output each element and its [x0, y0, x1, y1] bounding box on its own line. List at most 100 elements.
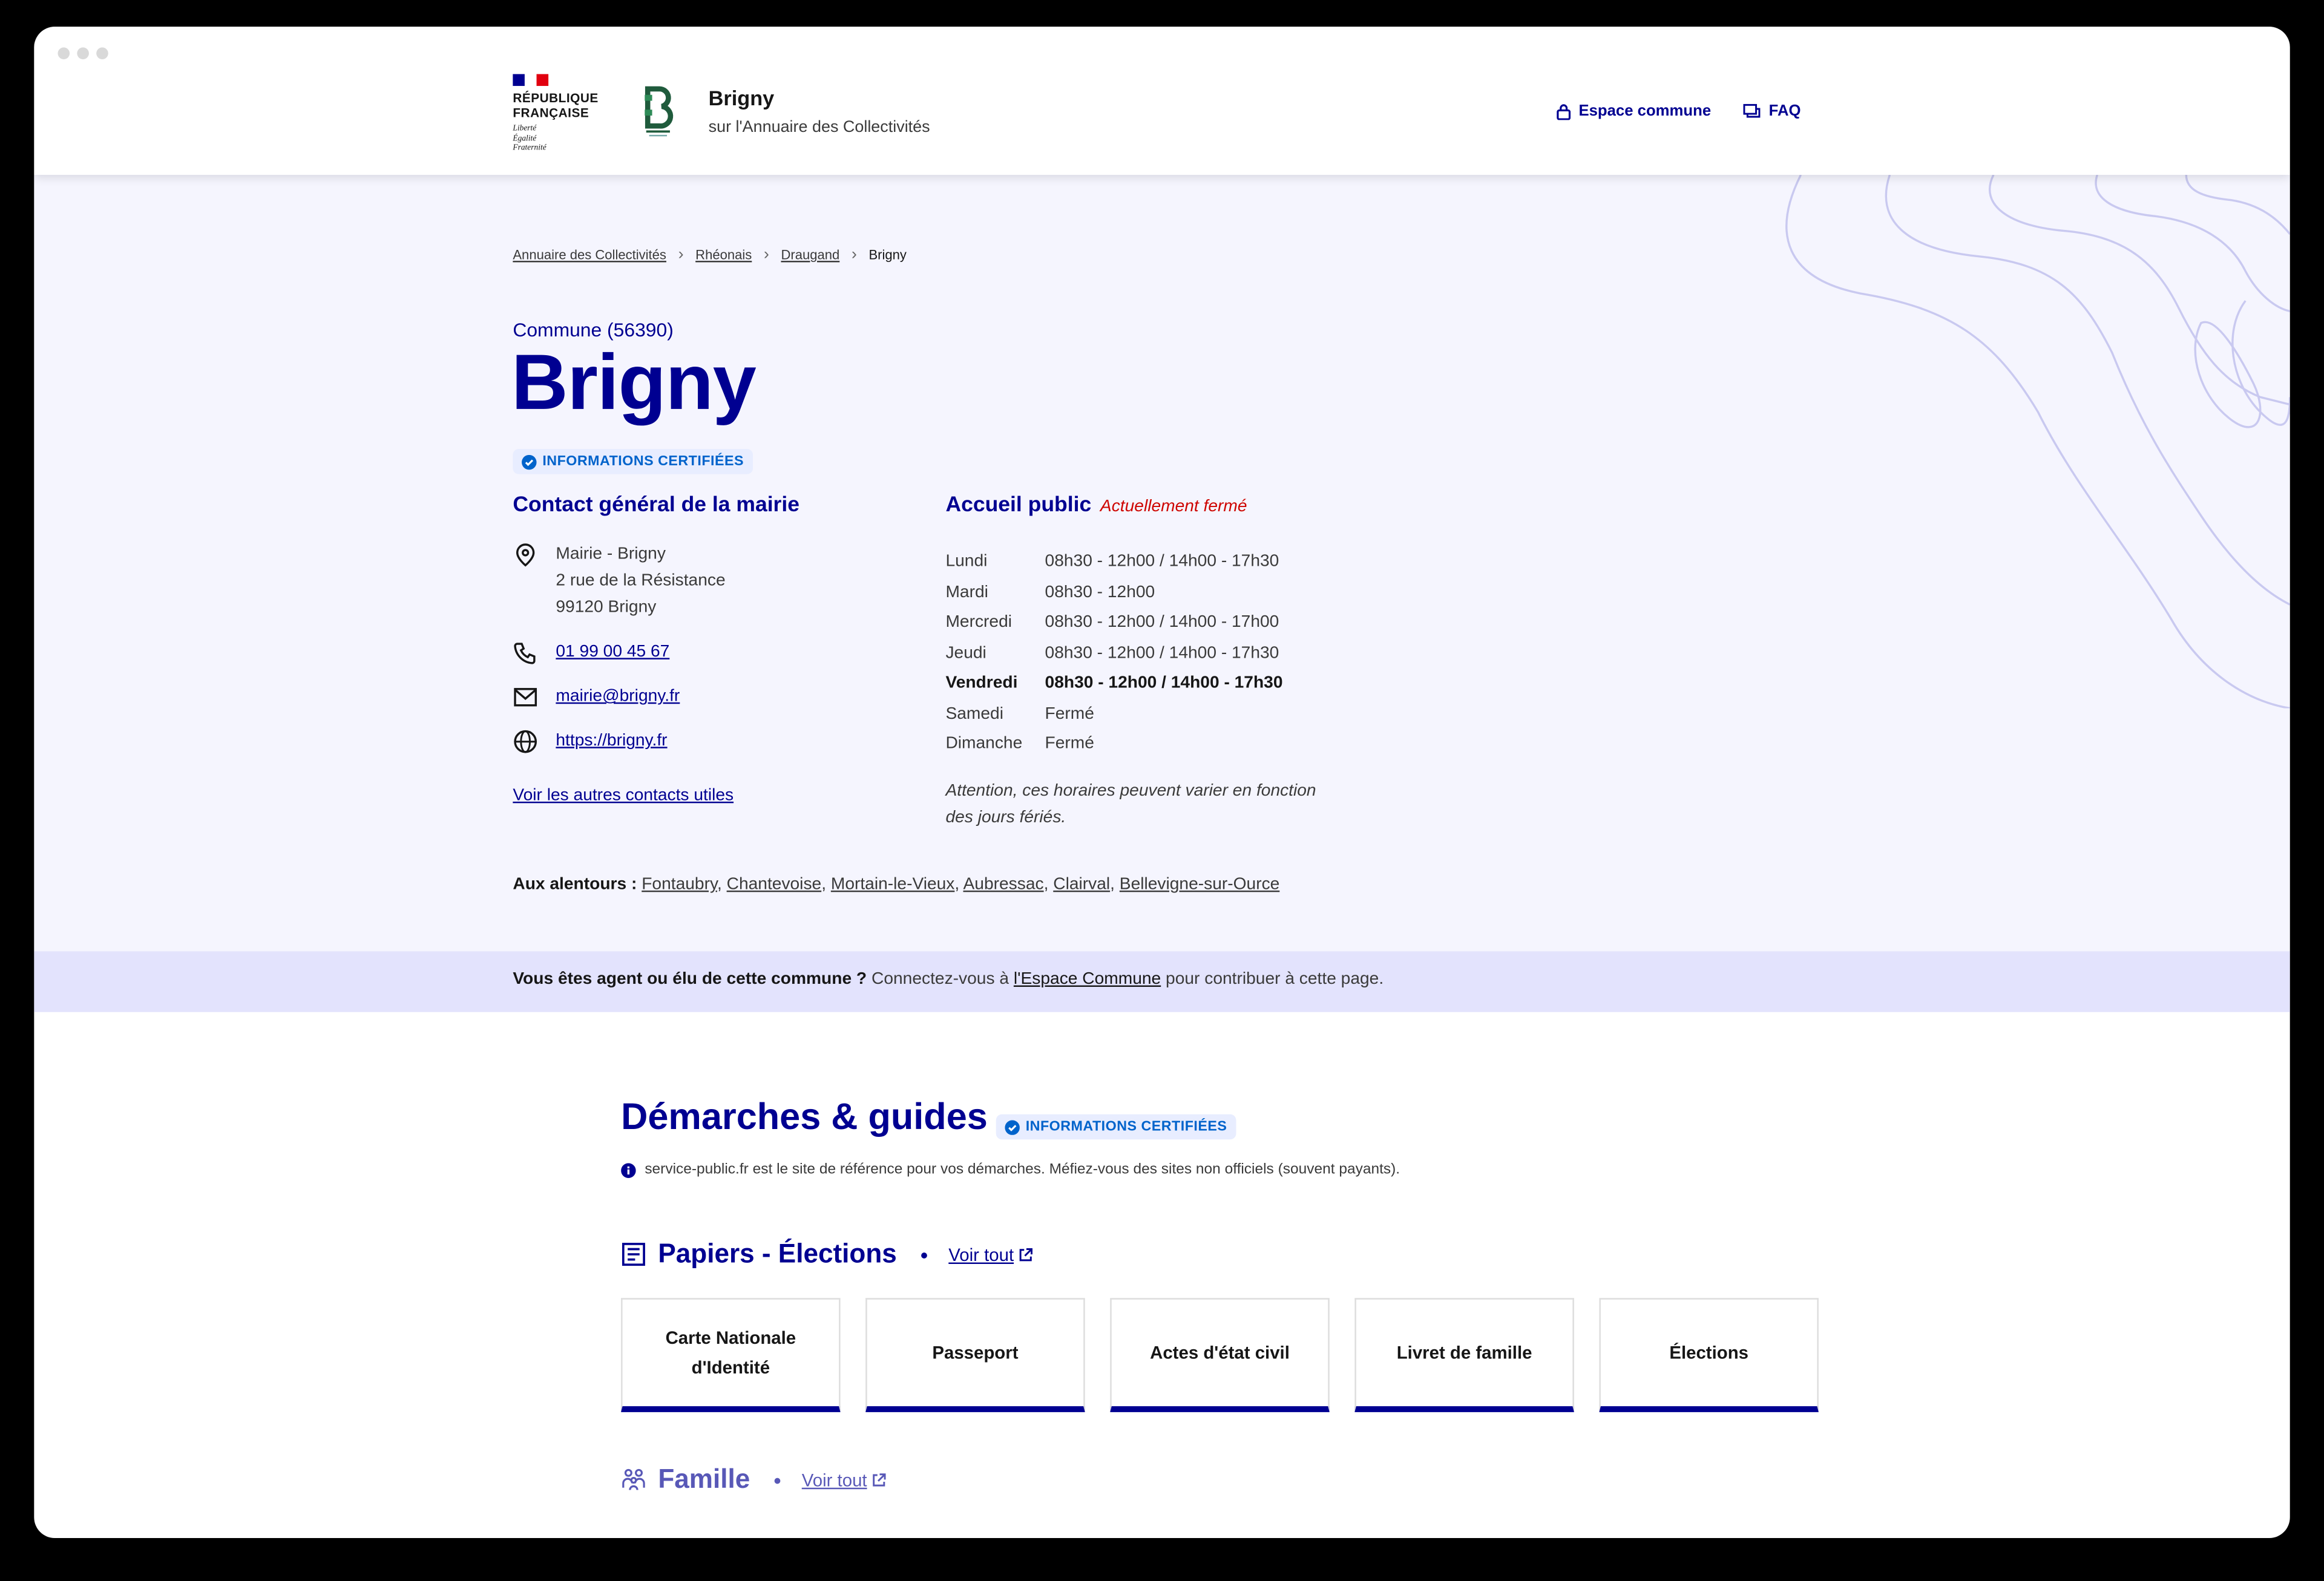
nearby-link[interactable]: Bellevigne-sur-Ource [1120, 876, 1280, 893]
card-livret-famille[interactable]: Livret de famille [1354, 1298, 1574, 1412]
chevron-right-icon: › [763, 246, 769, 264]
lock-icon [1557, 103, 1571, 120]
separator-dot: • [920, 1242, 928, 1266]
hours-row: Lundi 08h30 - 12h00 / 14h00 - 17h30 [945, 547, 1390, 577]
day-label: Vendredi [945, 674, 1018, 693]
card-etat-civil[interactable]: Actes d'état civil [1110, 1298, 1330, 1412]
address-row: Mairie - Brigny 2 rue de la Résistance 9… [513, 541, 898, 621]
gov-name-line2: FRANÇAISE [513, 104, 589, 120]
breadcrumb: Annuaire des Collectivités › Rhéonais › … [513, 246, 907, 264]
section-papiers-elections: Papiers - Élections • Voir tout [621, 1239, 1033, 1269]
see-all-link[interactable]: Voir tout [802, 1469, 887, 1490]
devise-line: Égalité [513, 134, 537, 143]
website-row: https://brigny.fr [513, 727, 898, 754]
agent-banner-text: Vous êtes agent ou élu de cette commune … [513, 971, 1384, 988]
see-all-link[interactable]: Voir tout [948, 1244, 1033, 1265]
website-link[interactable]: https://brigny.fr [556, 727, 667, 754]
time-value: 08h30 - 12h00 / 14h00 - 17h30 [1045, 674, 1283, 693]
day-label: Samedi [945, 705, 1003, 723]
map-pin-icon [516, 543, 535, 567]
demarches-title: Démarches & guides [621, 1096, 988, 1138]
phone-row: 01 99 00 45 67 [513, 639, 898, 666]
nearby-link[interactable]: Aubressac [963, 876, 1044, 893]
faq-label: FAQ [1768, 102, 1801, 120]
breadcrumb-link[interactable]: Draugand [781, 247, 839, 262]
devise: Liberté Égalité Fraternité [513, 125, 598, 154]
window-dot[interactable] [77, 47, 89, 59]
address-line: Mairie - Brigny [556, 545, 666, 563]
email-row: mairie@brigny.fr [513, 683, 898, 710]
see-all-label: Voir tout [948, 1243, 1014, 1265]
certified-label: INFORMATIONS CERTIFIÉES [542, 453, 744, 470]
nearby-link[interactable]: Fontaubry [642, 876, 717, 893]
page-title: Brigny [511, 339, 757, 427]
nearby-link[interactable]: Mortain-le-Vieux [831, 876, 955, 893]
email-link[interactable]: mairie@brigny.fr [556, 683, 680, 710]
card-elections[interactable]: Élections [1599, 1298, 1819, 1412]
agent-question: Vous êtes agent ou élu de cette commune … [513, 971, 867, 989]
agent-text: pour contribuer à cette page. [1166, 971, 1384, 989]
hours-row: Dimanche Fermé [945, 729, 1390, 759]
card-cni[interactable]: Carte Nationale d'Identité [621, 1298, 841, 1412]
time-value: 08h30 - 12h00 / 14h00 - 17h00 [1045, 614, 1279, 632]
certified-label: INFORMATIONS CERTIFIÉES [1025, 1118, 1227, 1135]
commune-hero: Annuaire des Collectivités › Rhéonais › … [34, 174, 2290, 952]
window-controls [57, 47, 108, 59]
note-line: Attention, ces horaires peuvent varier e… [945, 781, 1316, 800]
nearby-label: Aux alentours : [513, 876, 637, 894]
espace-commune-banner-link[interactable]: l'Espace Commune [1014, 971, 1161, 988]
other-contacts-link[interactable]: Voir les autres contacts utiles [513, 787, 898, 804]
devise-line: Fraternité [513, 143, 547, 153]
globe-icon [514, 730, 537, 753]
contact-title: Contact général de la mairie [513, 493, 800, 517]
external-link-icon [1019, 1247, 1032, 1261]
hours-row: Mardi 08h30 - 12h00 [945, 577, 1390, 607]
hours-row: Jeudi 08h30 - 12h00 / 14h00 - 17h30 [945, 638, 1390, 668]
family-icon [622, 1468, 645, 1490]
breadcrumb-current: Brigny [868, 247, 907, 263]
faq-link[interactable]: FAQ [1744, 102, 1801, 120]
time-value: Fermé [1045, 705, 1094, 723]
header-tools: Espace commune FAQ [1557, 102, 1801, 120]
certified-badge: INFORMATIONS CERTIFIÉES [513, 449, 753, 474]
accueil-title-text: Accueil public [945, 493, 1092, 517]
phone-link[interactable]: 01 99 00 45 67 [556, 639, 669, 666]
section-title: Papiers - Élections [658, 1239, 897, 1269]
note-line: des jours fériés. [945, 808, 1066, 827]
nearby-link[interactable]: Chantevoise [727, 876, 822, 893]
window-dot[interactable] [57, 47, 70, 59]
hours-row: Samedi Fermé [945, 699, 1390, 729]
contact-section: Contact général de la mairie Mairie - Br… [513, 494, 898, 805]
day-label: Mardi [945, 583, 988, 601]
day-label: Jeudi [945, 644, 986, 663]
window-dot[interactable] [96, 47, 108, 59]
service-public-info: service-public.fr est le site de référen… [621, 1162, 1400, 1178]
espace-commune-label: Espace commune [1578, 102, 1712, 120]
marianne-flag-icon [513, 74, 549, 87]
site-title[interactable]: Brigny [709, 86, 775, 110]
phone-icon [514, 643, 536, 664]
breadcrumb-link[interactable]: Annuaire des Collectivités [513, 247, 666, 262]
check-circle-icon [522, 454, 537, 470]
chevron-right-icon: › [851, 246, 857, 264]
demarches-cards: Carte Nationale d'Identité Passeport Act… [621, 1298, 1819, 1412]
day-label: Dimanche [945, 735, 1023, 753]
address-line: 2 rue de la Résistance [556, 572, 726, 590]
mail-icon [514, 688, 537, 707]
republique-francaise-logo[interactable]: RÉPUBLIQUE FRANÇAISE Liberté Égalité Fra… [513, 74, 598, 153]
nearby-communes: Aux alentours : Fontaubry, Chantevoise, … [513, 876, 1280, 894]
espace-commune-link[interactable]: Espace commune [1557, 102, 1711, 120]
hours-list: Lundi 08h30 - 12h00 / 14h00 - 17h30 Mardi… [945, 547, 1390, 759]
town-logo-icon[interactable] [642, 86, 674, 139]
nearby-link[interactable]: Clairval [1053, 876, 1110, 893]
hours-row-today: Vendredi 08h30 - 12h00 / 14h00 - 17h30 [945, 668, 1390, 698]
site-header: RÉPUBLIQUE FRANÇAISE Liberté Égalité Fra… [34, 27, 2290, 175]
devise-line: Liberté [513, 124, 537, 134]
status-badge: Actuellement fermé [1100, 497, 1247, 516]
section-title: Famille [658, 1464, 750, 1494]
agent-text: Connectez-vous à [872, 971, 1009, 989]
gov-name-line1: RÉPUBLIQUE [513, 90, 599, 105]
day-label: Lundi [945, 553, 988, 571]
card-passeport[interactable]: Passeport [865, 1298, 1085, 1412]
breadcrumb-link[interactable]: Rhéonais [695, 247, 752, 262]
